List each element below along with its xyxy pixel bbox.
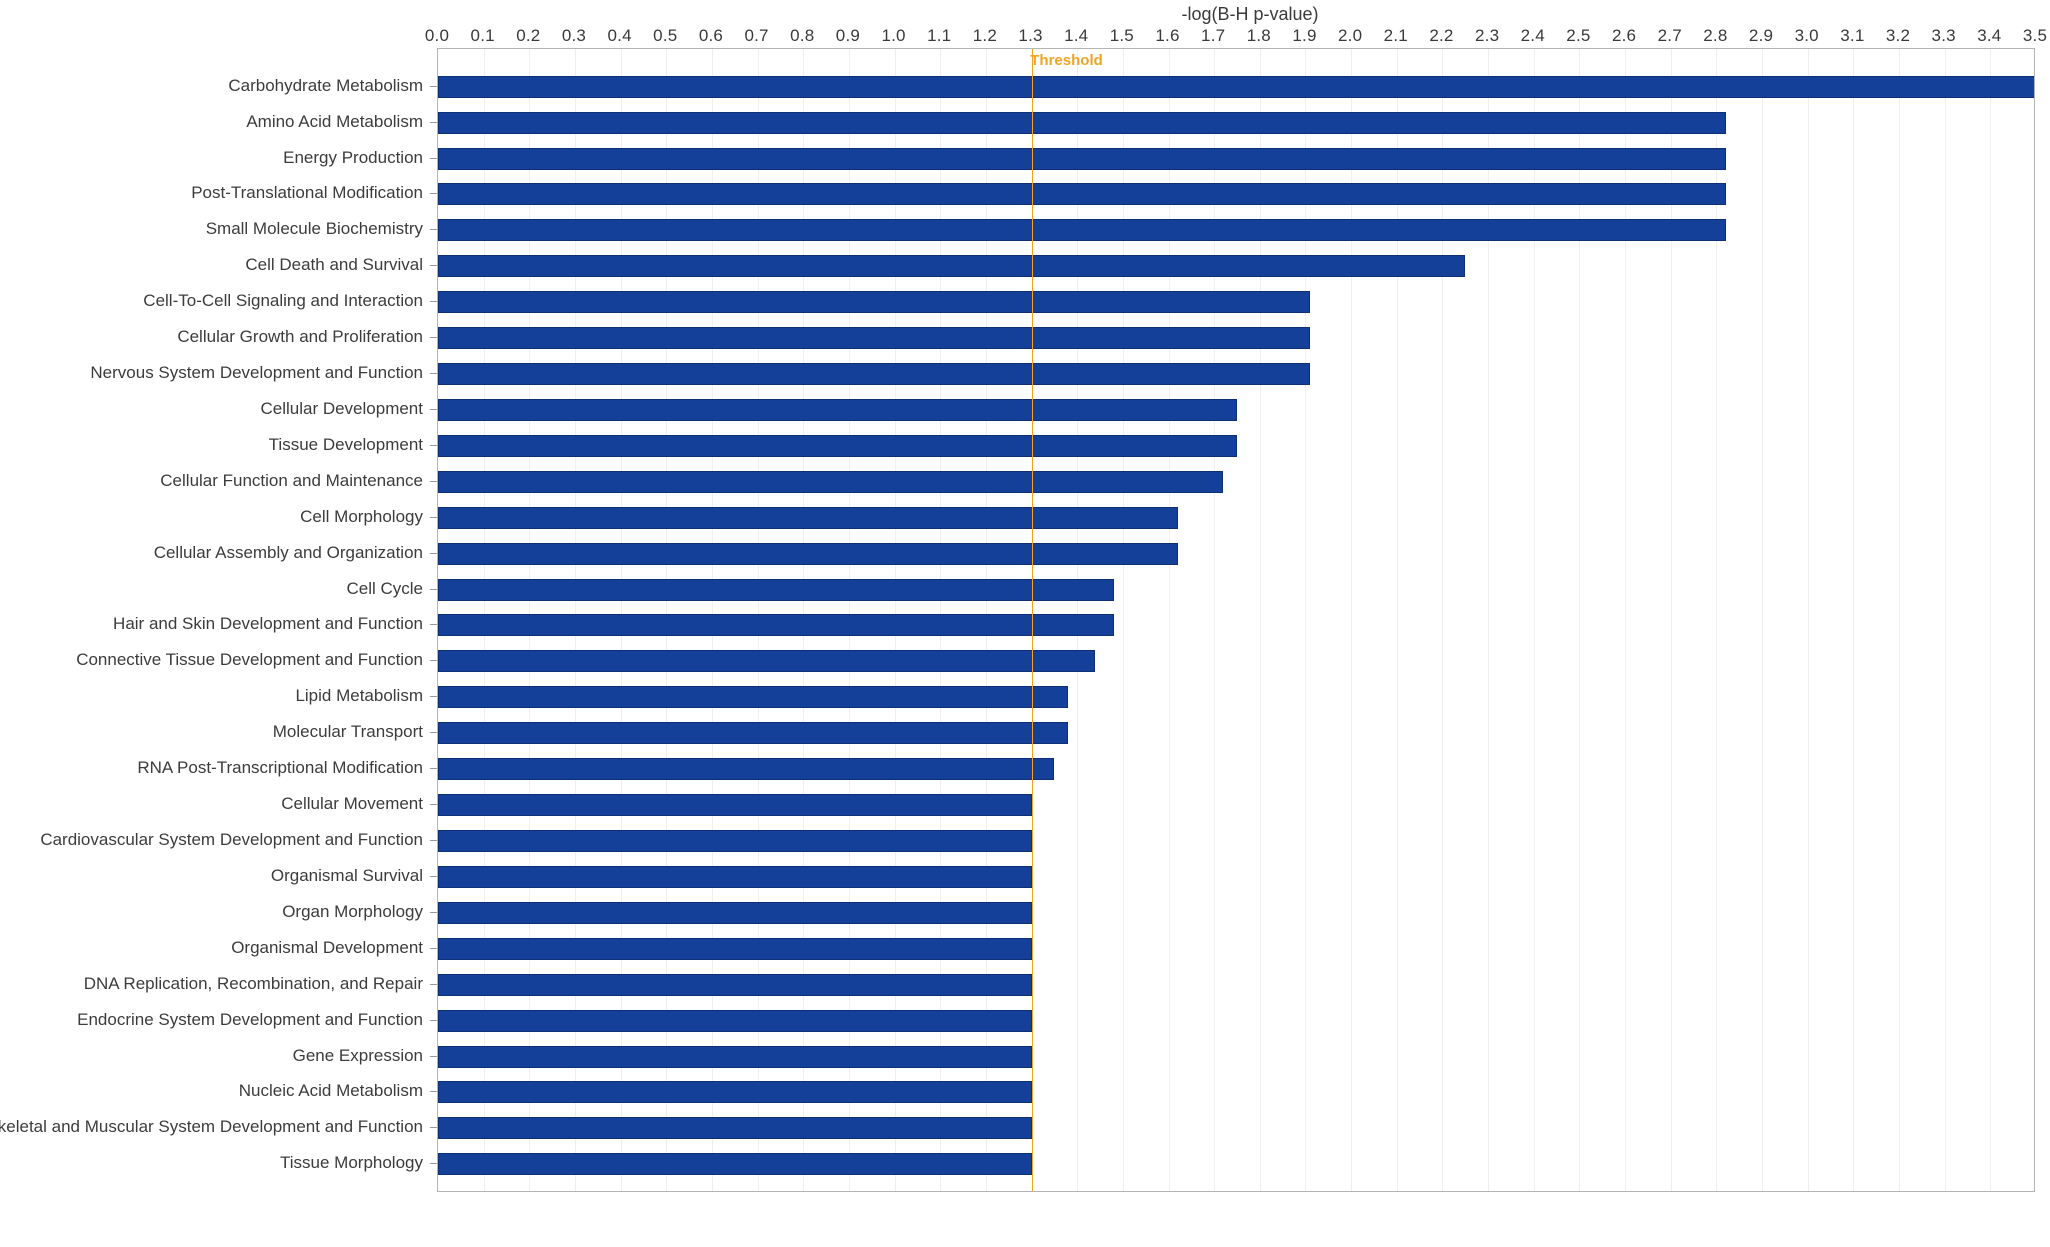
y-tick-mark <box>430 373 437 375</box>
y-category-label: Cell Death and Survival <box>245 255 423 275</box>
y-category-label: Cardiovascular System Development and Fu… <box>40 830 423 849</box>
y-category-label: Amino Acid Metabolism <box>246 111 423 131</box>
y-category-label: Nucleic Acid Metabolism <box>238 1081 423 1101</box>
y-category-label: DNA Replication, Recombination, and Repa… <box>83 973 423 993</box>
y-category-label: Molecular Transport <box>272 722 423 742</box>
y-category-label: Carbohydrate Metabolism <box>228 75 423 95</box>
y-category-label: Energy Production <box>283 147 423 167</box>
y-category-label: Endocrine System Development and Functio… <box>77 1009 423 1029</box>
y-category-label: Cell Morphology <box>300 506 423 526</box>
y-category-label: Nervous System Development and Function <box>90 363 423 383</box>
y-tick-mark <box>430 947 437 949</box>
y-tick-mark <box>430 480 437 482</box>
y-tick-mark <box>430 768 437 770</box>
y-tick-mark <box>430 1163 437 1165</box>
y-tick-mark <box>430 265 437 267</box>
y-tick-mark <box>430 85 437 87</box>
y-category-label: Cellular Development <box>260 398 423 418</box>
y-tick-mark <box>430 911 437 913</box>
y-category-label: RNA Post-Transcriptional Modification <box>137 758 423 778</box>
y-category-label: Organ Morphology <box>282 901 423 921</box>
y-tick-mark <box>430 121 437 123</box>
y-category-label: Cellular Assembly and Organization <box>153 542 423 562</box>
y-tick-mark <box>430 337 437 339</box>
y-tick-mark <box>430 804 437 806</box>
y-tick-mark <box>430 696 437 698</box>
y-tick-mark <box>430 624 437 626</box>
y-category-label: Organismal Survival <box>270 865 423 885</box>
y-tick-mark <box>430 732 437 734</box>
y-category-label: Lipid Metabolism <box>295 686 423 706</box>
y-tick-mark <box>430 444 437 446</box>
y-tick-mark <box>430 983 437 985</box>
y-tick-mark <box>430 660 437 662</box>
y-tick-mark <box>430 516 437 518</box>
y-category-label: Cellular Movement <box>281 794 423 814</box>
y-category-label: Cell Cycle <box>346 578 423 598</box>
y-axis-category-labels: Carbohydrate Metabolism Amino Acid Metabo… <box>0 0 2050 1247</box>
y-tick-mark <box>430 301 437 303</box>
y-tick-mark <box>430 229 437 231</box>
y-category-label: Small Molecule Biochemistry <box>205 219 423 239</box>
y-tick-mark <box>430 1019 437 1021</box>
y-tick-mark <box>430 1055 437 1057</box>
y-category-label: Cell-To-Cell Signaling and Interaction <box>143 291 423 311</box>
y-tick-mark <box>430 588 437 590</box>
y-tick-mark <box>430 875 437 877</box>
y-category-label: Gene Expression <box>292 1045 423 1065</box>
y-category-label: Tissue Morphology <box>280 1153 423 1173</box>
y-category-label: Connective Tissue Development and Functi… <box>76 650 423 670</box>
y-category-label: Hair and Skin Development and Function <box>113 614 423 634</box>
chart-root: -log(B-H p-value) 0.0 0.1 0.2 0.3 0.4 0.5 0.6 0… <box>0 0 2050 1247</box>
y-category-label: Skeletal and Muscular System Development… <box>0 1117 423 1137</box>
y-category-label: Post-Translational Modification <box>191 183 423 203</box>
y-tick-mark <box>430 193 437 195</box>
y-category-label: Organismal Development <box>231 937 423 957</box>
y-tick-mark <box>430 552 437 554</box>
y-category-label: Tissue Development <box>268 434 423 454</box>
y-category-label: Cellular Function and Maintenance <box>160 470 423 490</box>
y-tick-mark <box>430 408 437 410</box>
y-tick-mark <box>430 157 437 159</box>
y-tick-mark <box>430 840 437 841</box>
y-tick-mark <box>430 1091 437 1093</box>
y-tick-mark <box>430 1127 437 1129</box>
y-category-label: Cellular Growth and Proliferation <box>177 327 423 347</box>
